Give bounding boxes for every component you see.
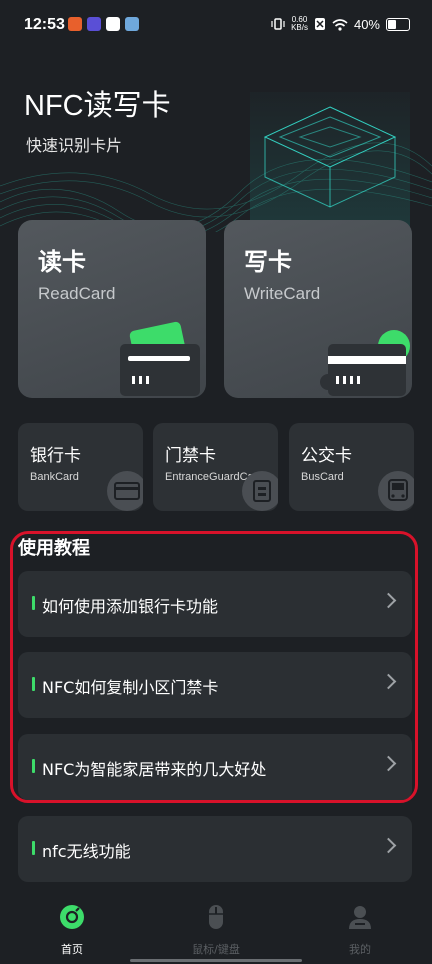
app-notification-icon — [125, 17, 139, 31]
nfc-wireless-label: nfc无线功能 — [42, 842, 131, 861]
battery-level: 40% — [353, 16, 380, 32]
tutorial-item-smart-home[interactable]: NFC为智能家居带来的几大好处 — [18, 734, 412, 800]
chevron-right-icon — [380, 592, 397, 609]
home-indicator[interactable] — [130, 959, 302, 962]
hero-banner: NFC读写卡 快速识别卡片 — [0, 52, 432, 232]
read-card-icon — [120, 321, 200, 396]
accent-bar — [32, 677, 35, 691]
mouse-icon — [209, 905, 223, 929]
tutorial-item-label: NFC为智能家居带来的几大好处 — [42, 760, 267, 779]
chevron-right-icon — [380, 755, 397, 772]
status-bar: 12:53 0.60 KB/s 40% — [0, 0, 432, 52]
write-card-subtitle: WriteCard — [244, 284, 321, 303]
nav-profile-label: 我的 — [349, 943, 371, 956]
accent-bar — [32, 596, 35, 610]
nav-home[interactable]: 首页 — [22, 903, 122, 957]
chevron-right-icon — [380, 673, 397, 690]
entrance-card-title: 门禁卡 — [165, 446, 216, 466]
chevron-right-icon — [380, 837, 397, 854]
write-card-button[interactable]: 写卡 WriteCard — [224, 220, 412, 398]
write-card-icon — [320, 330, 410, 396]
battery-icon — [386, 17, 410, 31]
tutorial-section-title: 使用教程 — [18, 538, 90, 559]
nav-mouse-keyboard[interactable]: 鼠标/键盘 — [166, 903, 266, 957]
bus-card-button[interactable]: 公交卡 BusCard — [289, 423, 414, 511]
status-time: 12:53 — [24, 16, 65, 33]
accent-bar — [32, 759, 35, 773]
nav-profile[interactable]: 我的 — [310, 903, 410, 957]
bank-card-button[interactable]: 银行卡 BankCard — [18, 423, 143, 511]
page-title: NFC读写卡 — [24, 90, 171, 122]
app-notification-icon — [106, 17, 120, 31]
nav-home-label: 首页 — [61, 943, 83, 956]
nfc-wireless-item[interactable]: nfc无线功能 — [18, 816, 412, 882]
wifi-icon — [332, 18, 348, 31]
tutorial-item-label: NFC如何复制小区门禁卡 — [42, 678, 219, 697]
entrance-card-button[interactable]: 门禁卡 EntranceGuardCard — [153, 423, 278, 511]
vibrate-icon — [271, 18, 285, 30]
page-subtitle: 快速识别卡片 — [26, 136, 123, 155]
write-card-title: 写卡 — [244, 248, 292, 276]
bus-card-subtitle: BusCard — [301, 471, 344, 483]
status-app-icons — [68, 17, 139, 31]
bank-card-subtitle: BankCard — [30, 471, 79, 483]
tutorial-item-access-card[interactable]: NFC如何复制小区门禁卡 — [18, 652, 412, 718]
net-speed: 0.60 KB/s — [291, 15, 308, 32]
status-indicators: 0.60 KB/s 40% — [271, 16, 410, 32]
read-card-title: 读卡 — [38, 248, 86, 276]
bus-card-title: 公交卡 — [301, 446, 352, 466]
read-card-subtitle: ReadCard — [38, 284, 116, 303]
bottom-navigation: 首页 鼠标/键盘 我的 — [0, 895, 432, 964]
app-notification-icon — [68, 17, 82, 31]
tutorial-item-label: 如何使用添加银行卡功能 — [42, 597, 219, 616]
nav-mouse-keyboard-label: 鼠标/键盘 — [192, 943, 240, 956]
entrance-card-icon — [242, 471, 278, 511]
profile-icon — [349, 906, 371, 929]
bank-card-title: 银行卡 — [30, 446, 81, 466]
bank-card-icon — [107, 471, 143, 511]
sim-off-icon — [314, 18, 325, 30]
app-notification-icon — [87, 17, 101, 31]
bus-icon — [378, 471, 414, 511]
home-icon — [60, 905, 84, 929]
tutorial-item-bank-card[interactable]: 如何使用添加银行卡功能 — [18, 571, 412, 637]
accent-bar — [32, 841, 35, 855]
read-card-button[interactable]: 读卡 ReadCard — [18, 220, 206, 398]
